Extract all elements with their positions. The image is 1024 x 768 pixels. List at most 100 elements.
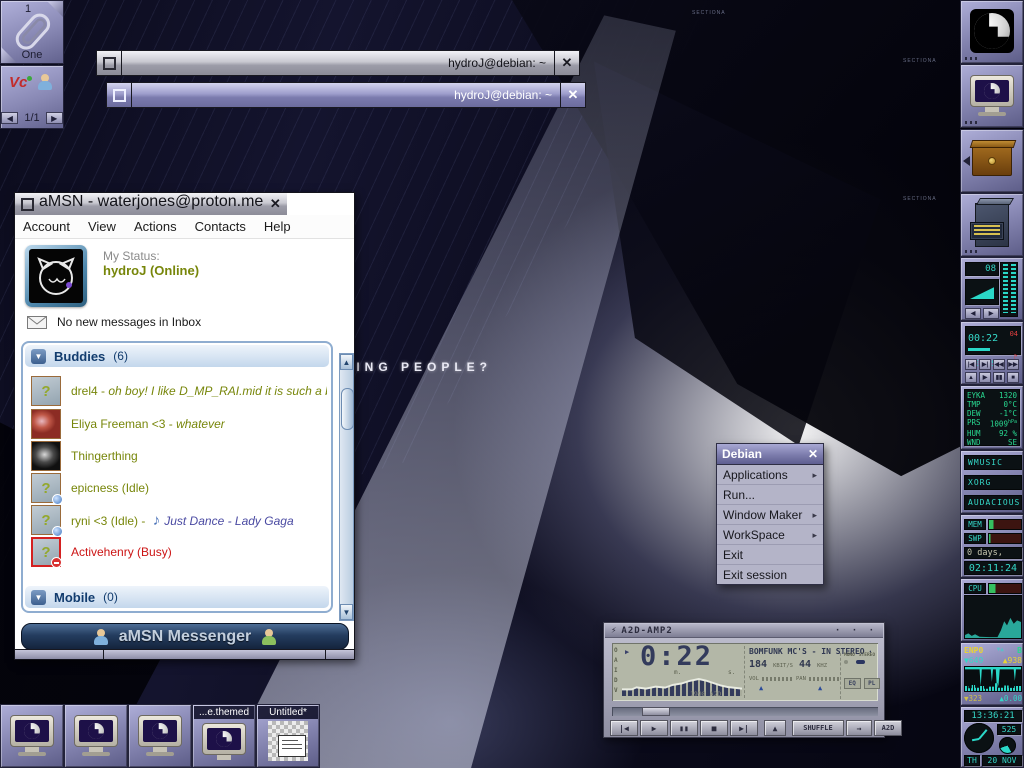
dock-network-app[interactable]: ENP0 ▼▲ B ▼649 ▲938 ▼323 ▲0.00 bbox=[960, 642, 1024, 706]
miniwindow-untitled-editor[interactable]: Untitled* bbox=[256, 704, 320, 768]
menu-item-workspace[interactable]: WorkSpace▸ bbox=[717, 525, 823, 545]
group-header-buddies[interactable]: ▼ Buddies (6) bbox=[25, 345, 329, 367]
previous-button[interactable]: |◀ bbox=[610, 720, 638, 736]
pager-prev-button[interactable]: ◀ bbox=[1, 112, 18, 124]
root-menu-titlebar[interactable]: Debian ✕ bbox=[717, 444, 823, 465]
repeat-button[interactable]: → bbox=[846, 720, 872, 736]
menu-view[interactable]: View bbox=[88, 219, 116, 234]
player-display[interactable]: OAIDV ▶ 0:22 m. s. 1998 A2D BOMFUNK MC'S… bbox=[612, 643, 878, 701]
buddy-row-thingerthing[interactable]: Thingerthing bbox=[31, 440, 327, 472]
menu-help[interactable]: Help bbox=[264, 219, 291, 234]
status-value[interactable]: hydroJ (Online) bbox=[103, 263, 199, 278]
player-clutterbar[interactable]: OAIDV bbox=[614, 646, 618, 696]
buddy-row-eliya[interactable]: Eliya Freeman <3 - whatever bbox=[31, 408, 327, 440]
inbox-row[interactable]: No new messages in Inbox bbox=[27, 315, 201, 329]
skin-menu-button[interactable]: A2D bbox=[874, 720, 902, 736]
buddy-row-drel4[interactable]: ? drel4 - oh boy! I like D_MP_RAI.mid it… bbox=[31, 375, 327, 407]
amsn-resizebar[interactable] bbox=[15, 649, 354, 659]
workspace-clip[interactable]: 1 One bbox=[0, 0, 64, 64]
equalizer-button[interactable]: EQ bbox=[844, 678, 861, 689]
collapse-arrow-icon[interactable]: ▼ bbox=[31, 349, 46, 364]
terminal-1-close-button[interactable]: ✕ bbox=[555, 51, 579, 75]
music-pause-button[interactable]: ▮▮ bbox=[993, 372, 1005, 383]
stop-button[interactable]: ■ bbox=[700, 720, 728, 736]
music-next-button[interactable]: ▶| bbox=[979, 359, 991, 370]
pan-slider[interactable]: PAN ▲ bbox=[796, 676, 840, 682]
dock-mixer-app[interactable]: 08 ◀ ▶ bbox=[960, 257, 1024, 321]
dock-clock-app[interactable]: 13:36:21 525 TH 20 NOV bbox=[960, 706, 1024, 768]
terminal-window-1[interactable]: hydroJ@debian: ~ ✕ bbox=[96, 50, 580, 76]
buddy-row-epicness[interactable]: ? epicness (Idle) bbox=[31, 472, 327, 504]
player-titlebar[interactable]: ⚡ A2D-AMP2 · · · bbox=[605, 624, 883, 638]
music-rewind-button[interactable]: ◀◀ bbox=[993, 359, 1005, 370]
dock-tile-drawer[interactable] bbox=[960, 129, 1024, 193]
amsn-title[interactable]: aMSN - waterjones@proton.me bbox=[39, 193, 263, 215]
dock-cpu-app[interactable]: CPU bbox=[960, 578, 1024, 642]
pan-thumb[interactable]: ▲ bbox=[818, 684, 822, 692]
mixer-prev-channel-button[interactable]: ◀ bbox=[965, 308, 981, 319]
terminal-2-close-button[interactable]: ✕ bbox=[561, 83, 585, 107]
volume-thumb[interactable]: ▲ bbox=[759, 684, 763, 692]
scroll-up-button[interactable]: ▲ bbox=[340, 354, 353, 370]
user-avatar[interactable] bbox=[25, 245, 87, 307]
scrollbar-thumb[interactable] bbox=[341, 388, 354, 430]
drawer-arrow-icon[interactable] bbox=[963, 156, 970, 166]
terminal-2-titlebar[interactable]: hydroJ@debian: ~ bbox=[131, 83, 561, 107]
amsn-minimize-button[interactable] bbox=[15, 193, 39, 215]
amsn-close-button[interactable]: ✕ bbox=[263, 193, 287, 215]
music-stop-button[interactable]: ■ bbox=[1007, 372, 1019, 383]
menu-item-applications[interactable]: Applications▸ bbox=[717, 465, 823, 485]
launcher-xorg[interactable]: XORG bbox=[964, 475, 1022, 490]
amsn-titlebar[interactable]: aMSN - waterjones@proton.me ✕ bbox=[15, 193, 354, 216]
miniwindow-themed-terminal[interactable]: ...e.themed bbox=[192, 704, 256, 768]
amsn-window[interactable]: aMSN - waterjones@proton.me ✕ Account Vi… bbox=[14, 192, 355, 660]
buddy-list-scrollbar[interactable]: ▲ ▼ bbox=[339, 353, 354, 621]
dock-launcher-panel[interactable]: WMUSIC XORG AUDACIOUS bbox=[960, 450, 1024, 514]
amsn-messenger-button[interactable]: aMSN Messenger bbox=[21, 623, 349, 650]
seek-bar[interactable] bbox=[612, 707, 878, 716]
scroll-down-button[interactable]: ▼ bbox=[340, 604, 353, 620]
dock-memory-app[interactable]: MEM SWP 0 days, 02:11:24 bbox=[960, 514, 1024, 578]
miniwindow-terminal-1[interactable] bbox=[0, 704, 64, 768]
dock-music-app[interactable]: 00:22 04 BEATS ♪ |◀ ▶| ◀◀ ▶▶ ▲ ▶ ▮▮ ■ bbox=[960, 321, 1024, 385]
menu-item-window-maker[interactable]: Window Maker▸ bbox=[717, 505, 823, 525]
volume-slider[interactable]: VOL ▲ bbox=[749, 676, 793, 682]
terminal-1-minimize-button[interactable] bbox=[97, 51, 121, 75]
seek-thumb[interactable] bbox=[642, 707, 670, 716]
pager-next-button[interactable]: ▶ bbox=[46, 112, 63, 124]
spectrum-analyzer[interactable] bbox=[622, 676, 742, 696]
launcher-audacious[interactable]: AUDACIOUS bbox=[964, 495, 1022, 510]
terminal-window-2[interactable]: hydroJ@debian: ~ ✕ bbox=[106, 82, 586, 108]
player-window-buttons[interactable]: · · · bbox=[835, 626, 877, 636]
music-forward-button[interactable]: ▶▶ bbox=[1007, 359, 1019, 370]
pan-track[interactable] bbox=[809, 677, 839, 681]
buddy-row-ryni[interactable]: ? ryni <3 (Idle) - ♪Just Dance - Lady Ga… bbox=[31, 504, 327, 536]
terminal-1-titlebar[interactable]: hydroJ@debian: ~ bbox=[121, 51, 555, 75]
play-button[interactable]: ▶ bbox=[640, 720, 668, 736]
miniwindow-terminal-2[interactable] bbox=[64, 704, 128, 768]
audio-player-window[interactable]: ⚡ A2D-AMP2 · · · OAIDV ▶ 0:22 m. s. 1998… bbox=[603, 622, 885, 738]
dock-tile-file-cabinet[interactable] bbox=[960, 193, 1024, 257]
music-prev-button[interactable]: |◀ bbox=[965, 359, 977, 370]
group-header-mobile[interactable]: ▼ Mobile (0) bbox=[25, 586, 329, 608]
menu-item-run[interactable]: Run... bbox=[717, 485, 823, 505]
music-eject-button[interactable]: ▲ bbox=[965, 372, 977, 383]
dock-tile-wmaker[interactable] bbox=[960, 0, 1024, 64]
menu-item-exit[interactable]: Exit bbox=[717, 545, 823, 565]
shuffle-button[interactable]: SHUFFLE bbox=[792, 720, 844, 736]
launcher-wmusic[interactable]: WMUSIC bbox=[964, 455, 1022, 470]
music-play-button[interactable]: ▶ bbox=[979, 372, 991, 383]
dock-weather-app[interactable]: EYKA1320 TMP0°C DEW-1°C PRS1009hPa HUM92… bbox=[960, 385, 1024, 450]
pause-button[interactable]: ▮▮ bbox=[670, 720, 698, 736]
eject-button[interactable]: ▲ bbox=[764, 720, 786, 736]
next-button[interactable]: ▶| bbox=[730, 720, 758, 736]
mixer-next-channel-button[interactable]: ▶ bbox=[983, 308, 999, 319]
collapse-arrow-icon[interactable]: ▼ bbox=[31, 590, 46, 605]
root-menu-close-button[interactable]: ✕ bbox=[808, 447, 818, 461]
vlc-app-icon[interactable]: Vc bbox=[9, 74, 27, 91]
playlist-button[interactable]: PL bbox=[864, 678, 881, 689]
miniwindow-terminal-3[interactable] bbox=[128, 704, 192, 768]
menu-account[interactable]: Account bbox=[23, 219, 70, 234]
menu-actions[interactable]: Actions bbox=[134, 219, 177, 234]
menu-contacts[interactable]: Contacts bbox=[195, 219, 246, 234]
